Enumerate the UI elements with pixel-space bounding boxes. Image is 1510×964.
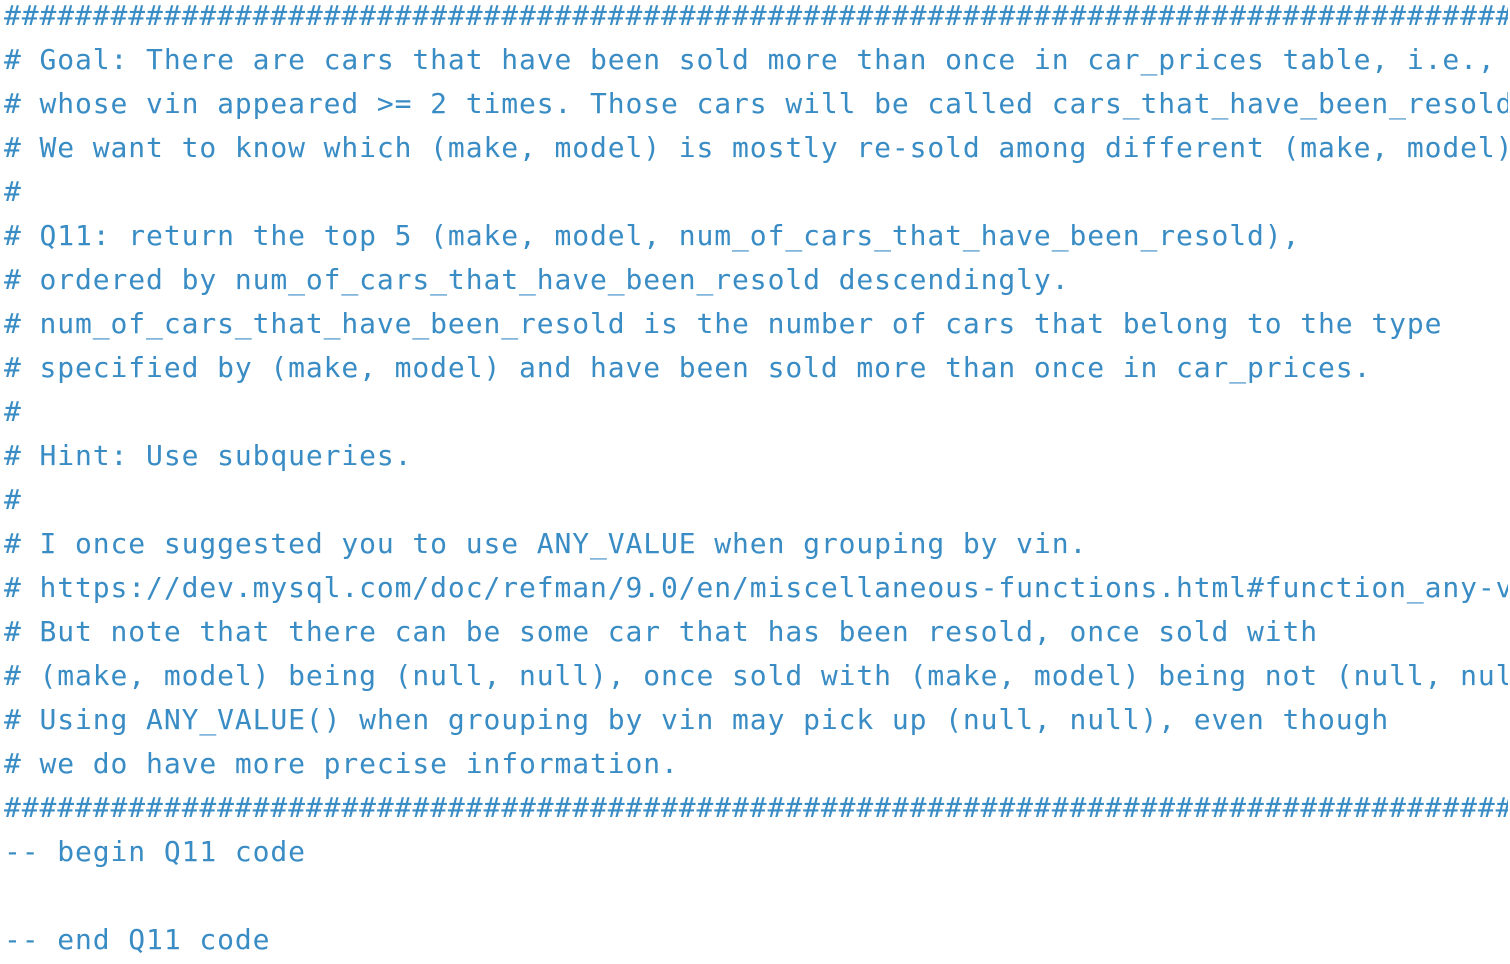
code-line-22-end-marker: -- end Q11 code <box>4 923 271 956</box>
code-line-2-comment: # Goal: There are cars that have been so… <box>4 43 1496 76</box>
code-line-6-comment: # Q11: return the top 5 (make, model, nu… <box>4 219 1301 252</box>
code-line-13-comment: # I once suggested you to use ANY_VALUE … <box>4 527 1088 560</box>
code-line-11-comment: # Hint: Use subqueries. <box>4 439 413 472</box>
code-line-4-comment: # We want to know which (make, model) is… <box>4 131 1508 164</box>
code-line-16-comment: # (make, model) being (null, null), once… <box>4 659 1508 692</box>
code-line-21-empty[interactable] <box>4 882 1508 926</box>
code-line-7-comment: # ordered by num_of_cars_that_have_been_… <box>4 263 1070 296</box>
code-line-15-comment: # But note that there can be some car th… <box>4 615 1319 648</box>
code-line-12-comment: # <box>4 483 22 516</box>
code-line-3-comment: # whose vin appeared >= 2 times. Those c… <box>4 87 1508 120</box>
code-line-20-begin-marker: -- begin Q11 code <box>4 835 306 868</box>
code-line-10-comment: # <box>4 395 22 428</box>
code-editor[interactable]: ########################################… <box>4 0 1508 964</box>
code-line-19-separator: ########################################… <box>4 791 1508 824</box>
code-line-18-comment: # we do have more precise information. <box>4 747 679 780</box>
code-line-9-comment: # specified by (make, model) and have be… <box>4 351 1372 384</box>
code-line-8-comment: # num_of_cars_that_have_been_resold is t… <box>4 307 1443 340</box>
code-line-1-separator: ########################################… <box>4 0 1508 32</box>
code-line-14-comment: # https://dev.mysql.com/doc/refman/9.0/e… <box>4 571 1508 604</box>
code-line-17-comment: # Using ANY_VALUE() when grouping by vin… <box>4 703 1390 736</box>
code-line-5-comment: # <box>4 175 22 208</box>
